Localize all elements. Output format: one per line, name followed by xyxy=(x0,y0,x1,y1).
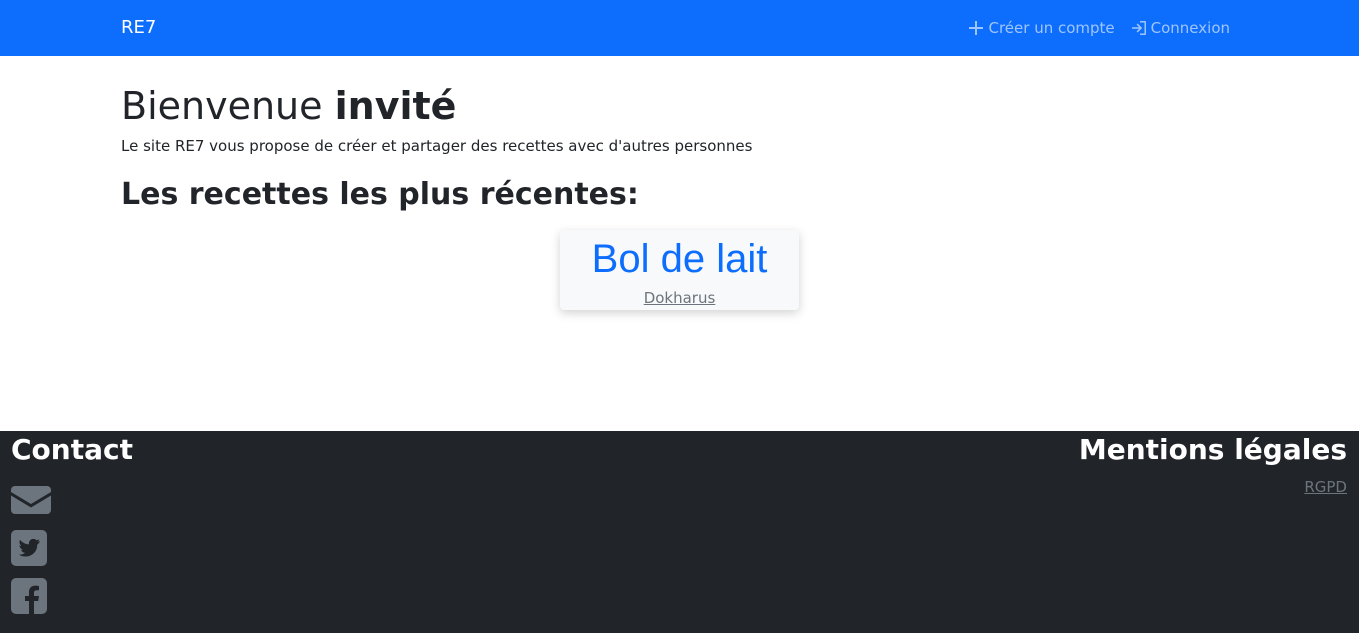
twitter-icon xyxy=(11,530,47,566)
rgpd-link[interactable]: RGPD xyxy=(1304,478,1347,496)
welcome-prefix: Bienvenue xyxy=(121,84,323,128)
create-account-link[interactable]: Créer un compte xyxy=(968,19,1115,37)
recipe-title[interactable]: Bol de lait xyxy=(560,234,799,284)
create-account-label: Créer un compte xyxy=(988,19,1115,37)
contact-heading: Contact xyxy=(11,433,133,466)
facebook-icon xyxy=(11,578,47,614)
facebook-link[interactable] xyxy=(11,578,51,614)
plus-icon xyxy=(969,21,984,35)
legal-heading: Mentions légales xyxy=(1078,433,1347,466)
login-link[interactable]: Connexion xyxy=(1131,19,1230,37)
welcome-username: invité xyxy=(334,84,457,128)
login-label: Connexion xyxy=(1150,19,1230,37)
nav-links: Créer un compte Connexion xyxy=(968,19,1230,37)
footer: Contact Mentions légales RGPD xyxy=(0,431,1359,633)
top-navbar: RE7 Créer un compte Connexion xyxy=(0,0,1359,56)
brand-link[interactable]: RE7 xyxy=(121,17,156,39)
footer-contact: Contact xyxy=(11,432,133,614)
login-icon xyxy=(1131,21,1146,35)
recipe-card[interactable]: Bol de lait Dokharus xyxy=(560,230,799,310)
twitter-link[interactable] xyxy=(11,530,51,566)
site-description: Le site RE7 vous propose de créer et par… xyxy=(121,137,753,155)
email-link[interactable] xyxy=(11,482,51,518)
contact-icons xyxy=(11,482,133,614)
main-content: Bienvenue invité Le site RE7 vous propos… xyxy=(121,82,1238,214)
recent-recipes-heading: Les recettes les plus récentes: xyxy=(121,177,639,212)
footer-legal: Mentions légales RGPD xyxy=(1079,432,1347,496)
envelope-icon xyxy=(11,486,51,514)
welcome-title: Bienvenue invité xyxy=(121,82,1238,130)
recipe-author-link[interactable]: Dokharus xyxy=(644,289,716,307)
